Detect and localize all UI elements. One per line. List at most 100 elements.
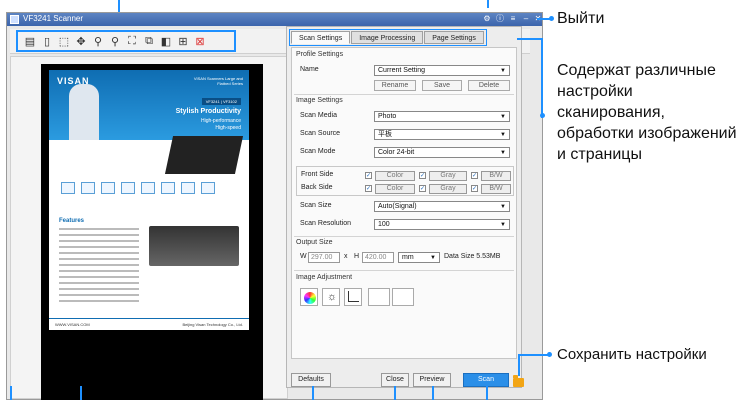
info-icon[interactable]: ⓘ <box>495 14 505 24</box>
color-wheel-icon <box>304 292 316 304</box>
feature-icon <box>121 182 135 194</box>
tab-page-settings[interactable]: Page Settings <box>424 31 484 44</box>
scan-preview: VISAN VISAN Scanners Large and Flatbed S… <box>41 64 263 400</box>
doc-badge: VF3241 | VF3102 <box>201 98 241 105</box>
move-icon[interactable]: ✥ <box>74 34 88 48</box>
feature-icon <box>101 182 115 194</box>
back-bw-checkbox[interactable]: ✓ <box>471 185 478 192</box>
output-size-title: Output Size <box>296 239 333 246</box>
callout-exit-dot <box>549 16 554 21</box>
height-input[interactable]: 420.00 <box>362 252 394 263</box>
callout-save-vline <box>518 354 520 376</box>
front-color-checkbox[interactable]: ✓ <box>365 172 372 179</box>
window-title: VF3241 Scanner <box>23 14 84 23</box>
zoom-out-icon[interactable]: ⚲ <box>108 34 122 48</box>
feature-icon <box>81 182 95 194</box>
doc-tag: VISAN Scanners Large and Flatbed Series <box>193 76 243 86</box>
scan-size-select[interactable]: Auto(Signal) ▼ <box>374 201 510 212</box>
tool-group: ▤ ▯ ⬚ ✥ ⚲ ⚲ ⛶ ⧉ ◧ ⊞ ⊠ <box>16 30 236 52</box>
zoom-in-icon[interactable]: ⚲ <box>91 34 105 48</box>
fit-page-icon[interactable]: ⛶ <box>125 34 139 48</box>
crop-icon[interactable]: ⧉ <box>142 34 156 48</box>
menu-icon[interactable]: ≡ <box>508 14 518 24</box>
image-adjustment-title: Image Adjustment <box>296 274 353 281</box>
minimize-icon[interactable]: – <box>521 14 531 24</box>
scan-resolution-select[interactable]: 100 ▼ <box>374 219 510 230</box>
scan-source-label: Scan Source <box>300 130 341 137</box>
defaults-button[interactable]: Defaults <box>291 373 331 387</box>
preview-button[interactable]: Preview <box>413 373 451 387</box>
tab-image-processing[interactable]: Image Processing <box>351 31 424 44</box>
scan-settings-body: Profile Settings Name Current Setting ▼ … <box>291 47 517 359</box>
adjust-slot <box>392 288 414 306</box>
dropdown-arrow-icon: ▼ <box>500 68 506 74</box>
scan-source-value: 平板 <box>378 131 392 138</box>
front-gray-button[interactable]: Gray <box>429 171 467 181</box>
dropdown-arrow-icon: ▼ <box>500 114 506 120</box>
back-gray-button[interactable]: Gray <box>429 184 467 194</box>
callout-save-dot <box>547 352 552 357</box>
folder-icon[interactable] <box>513 375 524 387</box>
doc-subtitle-1: High-performance <box>200 118 241 124</box>
rotate-icon[interactable]: ◧ <box>159 34 173 48</box>
color-wheel-button[interactable] <box>300 288 318 306</box>
tab-bar: Scan Settings Image Processing Page Sett… <box>289 29 487 46</box>
side-settings-box: Front Side ✓ Color ✓ Gray ✓ B/W Back Sid… <box>296 166 514 196</box>
brightness-button[interactable]: ☼ <box>322 288 340 306</box>
name-label: Name <box>300 66 319 73</box>
doc-person-image <box>69 84 99 140</box>
preview-area[interactable]: VISAN VISAN Scanners Large and Flatbed S… <box>10 56 288 400</box>
close-button[interactable]: Close <box>381 373 409 387</box>
front-bw-button[interactable]: B/W <box>481 171 511 181</box>
back-bw-button[interactable]: B/W <box>481 184 511 194</box>
doc-features-title: Features <box>59 218 85 224</box>
blank-page-icon[interactable]: ▯ <box>40 34 54 48</box>
callout-settings-vline <box>541 38 543 118</box>
scan-mode-label: Scan Mode <box>300 148 336 155</box>
unit-select[interactable]: mm ▼ <box>398 252 440 263</box>
width-input[interactable]: 297.00 <box>308 252 340 263</box>
front-side-label: Front Side <box>301 171 334 178</box>
feature-icon <box>201 182 215 194</box>
doc-footer-company: Beijing Visan Technology Co., Ltd. <box>182 322 243 327</box>
back-color-button[interactable]: Color <box>375 184 415 194</box>
front-color-button[interactable]: Color <box>375 171 415 181</box>
callout-settings-dot <box>540 113 545 118</box>
profile-name-select[interactable]: Current Setting ▼ <box>374 65 510 76</box>
rename-button[interactable]: Rename <box>374 80 416 91</box>
scan-button[interactable]: Scan <box>463 373 509 387</box>
times-label: x <box>344 253 348 260</box>
doc-photo <box>149 226 239 266</box>
dropdown-arrow-icon: ▼ <box>500 222 506 228</box>
scan-media-select[interactable]: Photo ▼ <box>374 111 510 122</box>
clear-selection-icon[interactable]: ⊠ <box>193 34 207 48</box>
callout-settings-hline <box>517 38 543 40</box>
dropdown-arrow-icon: ▼ <box>500 150 506 156</box>
app-icon <box>10 15 19 24</box>
delete-profile-button[interactable]: Delete <box>468 80 510 91</box>
grid-icon[interactable]: ⊞ <box>176 34 190 48</box>
image-settings-title: Image Settings <box>296 97 343 104</box>
doc-feature-lines <box>59 228 139 306</box>
brightness-icon: ☼ <box>327 291 338 303</box>
annotation-settings: Содержат различные настройки сканировани… <box>557 62 737 163</box>
feature-icon <box>61 182 75 194</box>
divider <box>294 236 514 237</box>
back-color-checkbox[interactable]: ✓ <box>365 185 372 192</box>
scanner-icon[interactable]: ▤ <box>23 34 37 48</box>
front-gray-checkbox[interactable]: ✓ <box>419 172 426 179</box>
callout-bottom-close <box>394 386 396 400</box>
curve-button[interactable] <box>344 288 362 306</box>
save-profile-button[interactable]: Save <box>422 80 462 91</box>
doc-header: VISAN VISAN Scanners Large and Flatbed S… <box>49 70 249 140</box>
scan-resolution-label: Scan Resolution <box>300 220 351 227</box>
scan-mode-select[interactable]: Color 24-bit ▼ <box>374 147 510 158</box>
scan-source-select[interactable]: 平板 ▼ <box>374 129 510 140</box>
data-size-text: Data Size 5.53MB <box>444 253 501 260</box>
settings-icon[interactable]: ⚙ <box>482 14 492 24</box>
back-gray-checkbox[interactable]: ✓ <box>419 185 426 192</box>
front-bw-checkbox[interactable]: ✓ <box>471 172 478 179</box>
select-area-icon[interactable]: ⬚ <box>57 34 71 48</box>
tab-scan-settings[interactable]: Scan Settings <box>291 31 351 44</box>
feature-icon <box>181 182 195 194</box>
